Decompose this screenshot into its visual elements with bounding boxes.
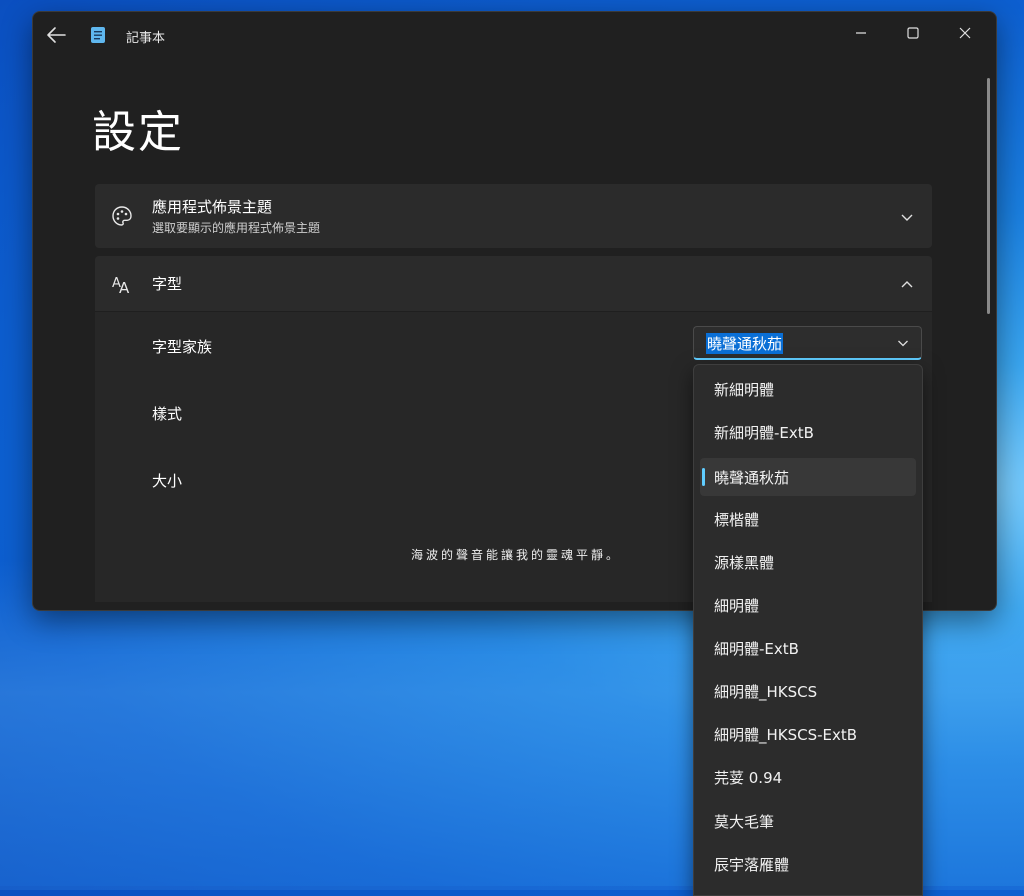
font-option-label: 細明體_HKSCS	[714, 683, 818, 701]
font-option-label: 芫荽 0.94	[714, 769, 783, 787]
font-option[interactable]: 細明體_HKSCS	[694, 672, 922, 710]
font-option-label: 莫大毛筆	[714, 813, 775, 831]
vertical-scrollbar[interactable]	[987, 78, 990, 314]
minimize-button[interactable]	[839, 18, 883, 48]
title-bar: 記事本	[33, 12, 996, 56]
font-option-label: 辰宇落雁體	[714, 856, 790, 874]
chevron-down-icon	[898, 340, 908, 347]
font-family-combobox[interactable]: 曉聲通秋茄	[693, 326, 922, 360]
chevron-up-icon[interactable]	[900, 280, 914, 290]
page-title: 設定	[92, 107, 184, 158]
font-option[interactable]: 源樣黑體	[694, 543, 922, 581]
font-option-label: 新細明體-ExtB	[714, 424, 814, 442]
font-option-label: 細明體	[714, 597, 760, 615]
font-option[interactable]: 細明體-ExtB	[694, 629, 922, 667]
font-option-label: 源樣黑體	[714, 554, 775, 572]
selection-indicator	[702, 468, 705, 486]
font-option-label: 新細明體	[714, 381, 775, 399]
font-option[interactable]: 新細明體-ExtB	[694, 413, 922, 451]
font-family-label: 字型家族	[152, 338, 213, 356]
font-family-dropdown-list[interactable]: 新細明體 新細明體-ExtB 曉聲通秋茄 標楷體 源樣黑體 細明體 細明體-Ex…	[693, 364, 923, 896]
font-preview-text: 海波的聲音能讓我的靈魂平靜。	[411, 548, 622, 562]
app-theme-card[interactable]: 應用程式佈景主題 選取要顯示的應用程式佈景主題	[95, 184, 932, 248]
font-section-title: 字型	[152, 275, 183, 293]
close-button[interactable]	[943, 18, 987, 48]
font-icon: A A	[112, 276, 130, 295]
font-option[interactable]: 辰宇落雁體	[694, 845, 922, 883]
font-card-header[interactable]: A A 字型	[95, 256, 932, 312]
font-family-selected-value: 曉聲通秋茄	[706, 333, 784, 354]
font-option-label: 細明體_HKSCS-ExtB	[714, 726, 858, 744]
app-theme-title: 應用程式佈景主題	[152, 198, 273, 216]
palette-icon	[112, 206, 132, 226]
chevron-down-icon[interactable]	[900, 212, 914, 222]
back-arrow-icon[interactable]	[45, 26, 67, 44]
font-option[interactable]: 細明體	[694, 586, 922, 624]
notepad-icon	[91, 27, 105, 43]
font-option-selected[interactable]: 曉聲通秋茄	[700, 458, 916, 496]
font-option-label: 標楷體	[714, 511, 760, 529]
font-option[interactable]: 新細明體	[694, 370, 922, 408]
font-option[interactable]: 標楷體	[694, 500, 922, 538]
font-option[interactable]: 細明體_HKSCS-ExtB	[694, 715, 922, 753]
app-theme-subtitle: 選取要顯示的應用程式佈景主題	[152, 221, 321, 235]
maximize-button[interactable]	[891, 18, 935, 48]
font-option[interactable]: 芫荽 0.94	[694, 758, 922, 796]
svg-text:A: A	[119, 279, 130, 295]
font-option-label: 曉聲通秋茄	[714, 469, 790, 487]
font-option-label: 細明體-ExtB	[714, 640, 799, 658]
font-option[interactable]: 莫大毛筆	[694, 802, 922, 840]
app-name: 記事本	[126, 31, 166, 46]
font-size-label: 大小	[152, 472, 183, 490]
font-style-label: 樣式	[152, 405, 183, 423]
